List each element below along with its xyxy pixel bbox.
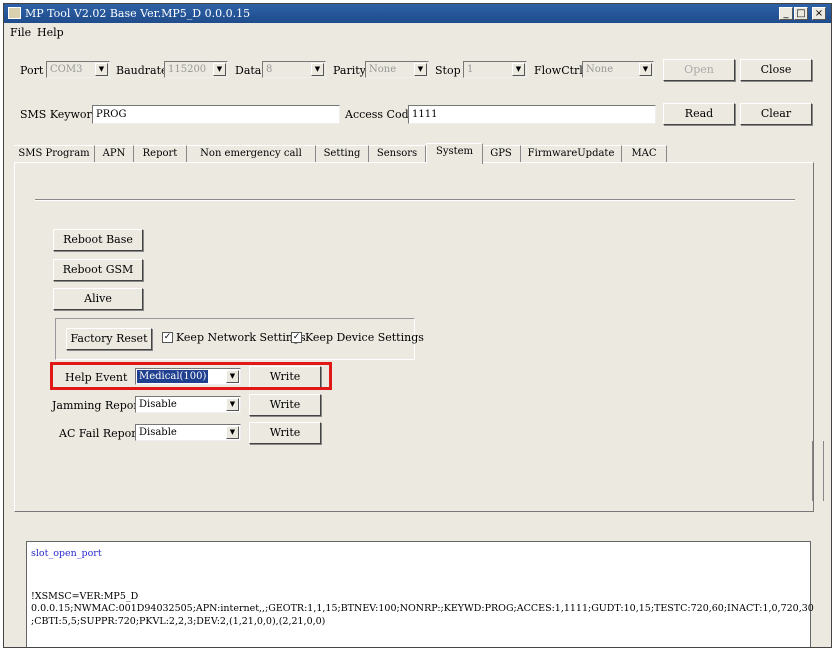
open-button[interactable]: Open	[663, 59, 735, 81]
chevron-down-icon[interactable]: ▼	[95, 63, 108, 76]
keep-network-checkbox[interactable]: ✓	[162, 332, 173, 343]
chevron-down-icon[interactable]: ▼	[512, 63, 525, 76]
jamming-report-value: Disable	[139, 399, 177, 410]
factory-reset-group: Factory Reset ✓ Keep Network Settings ✓ …	[55, 318, 424, 360]
tab-non-emergency-call[interactable]: Non emergency call	[187, 145, 316, 163]
data-value: 8	[266, 64, 273, 75]
maximize-icon[interactable]: □	[794, 7, 808, 20]
keep-device-label: Keep Device Settings	[305, 331, 424, 344]
data-label: Data	[235, 64, 262, 77]
log-output[interactable]: slot_open_port !XSMSC=VER:MP5_D 0.0.0.15…	[26, 541, 814, 647]
tab-mac[interactable]: MAC	[622, 145, 667, 163]
chevron-down-icon[interactable]: ▼	[226, 398, 239, 411]
jamming-report-select[interactable]: Disable ▼	[135, 396, 241, 413]
flowctrl-value: None	[586, 64, 614, 75]
parity-label: Parity	[333, 64, 366, 77]
flowctrl-select[interactable]: None ▼	[582, 61, 654, 78]
tab-setting[interactable]: Setting	[316, 145, 369, 163]
close-button[interactable]: Close	[740, 59, 812, 81]
stop-label: Stop	[435, 64, 461, 77]
tab-sms-program[interactable]: SMS Program	[14, 145, 95, 163]
log-line: 0.0.0.15;NWMAC:001D94032505;APN:internet…	[31, 603, 814, 614]
access-code-input[interactable]: 1111	[408, 105, 656, 124]
clear-button[interactable]: Clear	[740, 103, 812, 125]
window-title: MP Tool V2.02 Base Ver.MP5_D 0.0.0.15	[25, 7, 251, 20]
port-value: COM3	[50, 64, 83, 75]
chevron-down-icon[interactable]: ▼	[226, 426, 239, 439]
separator	[35, 199, 795, 201]
ac-fail-write-button[interactable]: Write	[249, 422, 321, 444]
sms-keyword-value: PROG	[96, 109, 127, 120]
parity-value: None	[369, 64, 397, 75]
menu-bar: File Help	[4, 24, 831, 41]
ac-fail-report-label: AC Fail Report	[59, 427, 141, 440]
ac-fail-report-value: Disable	[139, 427, 177, 438]
tab-report[interactable]: Report	[134, 145, 187, 163]
stop-select[interactable]: 1 ▼	[463, 61, 527, 78]
read-button[interactable]: Read	[663, 103, 735, 125]
reboot-gsm-button[interactable]: Reboot GSM	[53, 259, 143, 281]
app-window: MP Tool V2.02 Base Ver.MP5_D 0.0.0.15 _ …	[3, 3, 832, 648]
title-bar[interactable]: MP Tool V2.02 Base Ver.MP5_D 0.0.0.15 _ …	[4, 4, 831, 23]
port-label: Port	[20, 64, 44, 77]
menu-help[interactable]: Help	[37, 26, 64, 39]
close-window-icon[interactable]: ×	[812, 7, 826, 20]
chevron-down-icon[interactable]: ▼	[414, 63, 427, 76]
tab-sensors[interactable]: Sensors	[369, 145, 426, 163]
baudrate-label: Baudrate	[116, 64, 168, 77]
log-line: !XSMSC=VER:MP5_D	[31, 591, 139, 602]
chevron-down-icon[interactable]: ▼	[311, 63, 324, 76]
port-select[interactable]: COM3 ▼	[46, 61, 110, 78]
access-code-value: 1111	[412, 109, 438, 120]
sms-keyword-label: SMS Keyword	[20, 108, 99, 121]
factory-reset-button[interactable]: Factory Reset	[66, 328, 152, 350]
data-select[interactable]: 8 ▼	[262, 61, 326, 78]
tab-gps[interactable]: GPS	[482, 145, 521, 163]
keep-device-checkbox[interactable]: ✓	[291, 332, 302, 343]
keep-network-label: Keep Network Settings	[176, 331, 306, 344]
system-panel: Reboot Base Reboot GSM Alive Factory Res…	[14, 162, 814, 512]
chevron-down-icon[interactable]: ▼	[639, 63, 652, 76]
tab-firmware-update[interactable]: FirmwareUpdate	[521, 145, 622, 163]
access-code-label: Access Code	[345, 108, 416, 121]
chevron-down-icon[interactable]: ▼	[213, 63, 226, 76]
log-line: slot_open_port	[31, 548, 102, 559]
jamming-report-label: Jamming Report	[52, 399, 144, 412]
flowctrl-label: FlowCtrl	[534, 64, 583, 77]
ac-fail-report-select[interactable]: Disable ▼	[135, 424, 241, 441]
minimize-icon[interactable]: _	[779, 7, 793, 20]
tab-system[interactable]: System	[426, 143, 483, 164]
scrollbar[interactable]	[812, 441, 824, 501]
log-line: ;CBTI:5,5;SUPPR:720;PKVL:2,2,3;DEV:2,(1,…	[31, 616, 326, 627]
parity-select[interactable]: None ▼	[365, 61, 429, 78]
stop-value: 1	[467, 64, 474, 75]
alive-button[interactable]: Alive	[53, 288, 143, 310]
highlight-box	[50, 362, 332, 390]
baudrate-select[interactable]: 115200 ▼	[164, 61, 228, 78]
reboot-base-button[interactable]: Reboot Base	[53, 229, 143, 251]
sms-keyword-input[interactable]: PROG	[92, 105, 340, 124]
tab-apn[interactable]: APN	[95, 145, 134, 163]
jamming-write-button[interactable]: Write	[249, 394, 321, 416]
menu-file[interactable]: File	[10, 26, 31, 39]
baudrate-value: 115200	[168, 64, 207, 75]
app-icon	[8, 7, 21, 19]
